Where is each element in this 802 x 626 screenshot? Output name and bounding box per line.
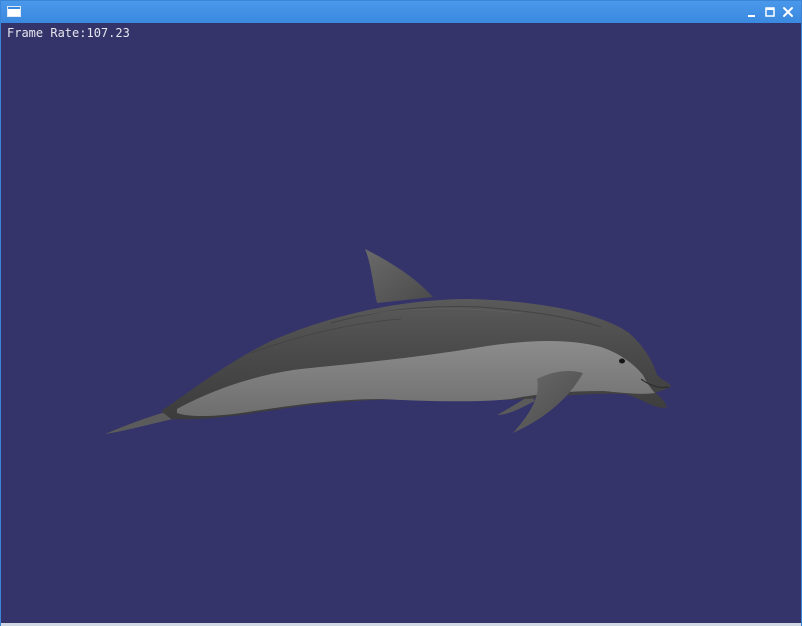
render-viewport[interactable]: Frame Rate:107.23 [1, 23, 801, 623]
dolphin-eye [619, 358, 625, 364]
maximize-button[interactable] [763, 5, 777, 19]
maximize-icon [765, 7, 775, 17]
minimize-button[interactable] [745, 5, 759, 19]
dolphin-tail [105, 411, 173, 434]
title-bar[interactable] [1, 1, 801, 23]
dolphin-model [105, 249, 671, 434]
dolphin-dorsal-fin [365, 249, 433, 303]
close-icon [783, 7, 793, 17]
window-icon[interactable] [7, 6, 21, 17]
close-button[interactable] [781, 5, 795, 19]
minimize-icon [748, 15, 755, 17]
application-window: Frame Rate:107.23 [0, 0, 802, 626]
